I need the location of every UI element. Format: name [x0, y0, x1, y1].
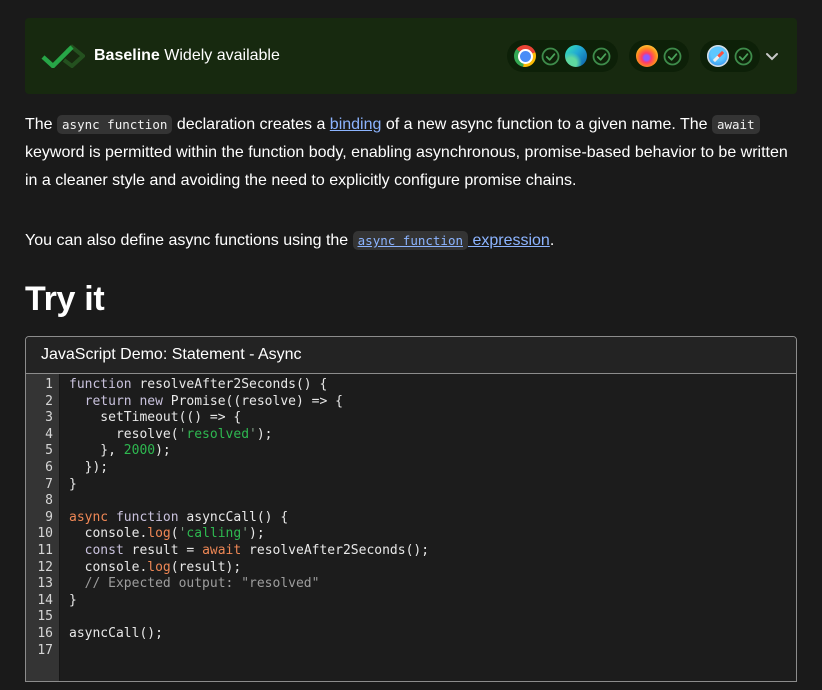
baseline-logo-icon	[41, 44, 85, 68]
code-line[interactable]: async function asyncCall() {	[69, 510, 796, 527]
code-line[interactable]: resolve('resolved');	[69, 427, 796, 444]
code-line[interactable]: asyncCall();	[69, 626, 796, 643]
inline-code[interactable]: async function	[353, 231, 468, 250]
browser-pill	[700, 40, 760, 72]
browser-pill	[629, 40, 689, 72]
article-body: The async function declaration creates a…	[25, 111, 797, 313]
code-line[interactable]	[69, 643, 796, 660]
code-line[interactable]: function resolveAfter2Seconds() {	[69, 377, 796, 394]
code-line[interactable]: });	[69, 460, 796, 477]
firefox-icon	[636, 45, 658, 67]
code-line[interactable]: console.log(result);	[69, 560, 796, 577]
baseline-status-label: Baseline Widely available	[94, 47, 280, 65]
line-number: 9	[26, 510, 53, 527]
baseline-word: Baseline	[94, 47, 160, 64]
line-number: 3	[26, 410, 53, 427]
code-line[interactable]: }	[69, 477, 796, 494]
line-number: 8	[26, 493, 53, 510]
interactive-demo: JavaScript Demo: Statement - Async 12345…	[25, 336, 797, 682]
code-link[interactable]: async function	[353, 232, 468, 249]
intro-paragraph: The async function declaration creates a…	[25, 111, 797, 195]
line-number: 10	[26, 526, 53, 543]
demo-title: JavaScript Demo: Statement - Async	[26, 337, 796, 374]
edge-icon	[565, 45, 587, 67]
line-number: 15	[26, 609, 53, 626]
line-number: 14	[26, 593, 53, 610]
chevron-down-icon[interactable]	[765, 52, 779, 61]
browser-support-row	[507, 40, 760, 72]
line-number: 11	[26, 543, 53, 560]
code-line[interactable]: setTimeout(() => {	[69, 410, 796, 427]
support-check-icon	[541, 47, 560, 66]
code-editor[interactable]: 1234567891011121314151617 function resol…	[26, 374, 796, 681]
line-number: 16	[26, 626, 53, 643]
inline-code: async function	[57, 115, 172, 134]
code-line[interactable]	[69, 493, 796, 510]
code-line[interactable]: const result = await resolveAfter2Second…	[69, 543, 796, 560]
line-number: 17	[26, 643, 53, 660]
code-line[interactable]: }, 2000);	[69, 443, 796, 460]
code-line[interactable]: }	[69, 593, 796, 610]
support-check-icon	[734, 47, 753, 66]
code-line[interactable]: // Expected output: "resolved"	[69, 576, 796, 593]
line-number: 13	[26, 576, 53, 593]
line-number: 7	[26, 477, 53, 494]
page: Baseline Widely available The async func…	[0, 0, 822, 682]
support-check-icon	[592, 47, 611, 66]
text-link[interactable]: expression	[468, 232, 550, 249]
baseline-availability: Widely available	[160, 47, 280, 64]
line-number: 12	[26, 560, 53, 577]
safari-icon	[707, 45, 729, 67]
line-number: 2	[26, 394, 53, 411]
baseline-banner[interactable]: Baseline Widely available	[25, 18, 797, 94]
expression-paragraph: You can also define async functions usin…	[25, 227, 797, 255]
code-line[interactable]: console.log('calling');	[69, 526, 796, 543]
code-content[interactable]: function resolveAfter2Seconds() { return…	[60, 374, 796, 681]
line-number: 1	[26, 377, 53, 394]
line-number: 5	[26, 443, 53, 460]
line-number: 4	[26, 427, 53, 444]
chrome-icon	[514, 45, 536, 67]
try-it-heading: Try it	[25, 285, 797, 313]
browser-pill	[507, 40, 618, 72]
text-link[interactable]: binding	[330, 116, 382, 133]
code-line[interactable]	[69, 609, 796, 626]
support-check-icon	[663, 47, 682, 66]
code-line[interactable]: return new Promise((resolve) => {	[69, 394, 796, 411]
line-number-gutter: 1234567891011121314151617	[26, 374, 60, 681]
line-number: 6	[26, 460, 53, 477]
inline-code: await	[712, 115, 760, 134]
